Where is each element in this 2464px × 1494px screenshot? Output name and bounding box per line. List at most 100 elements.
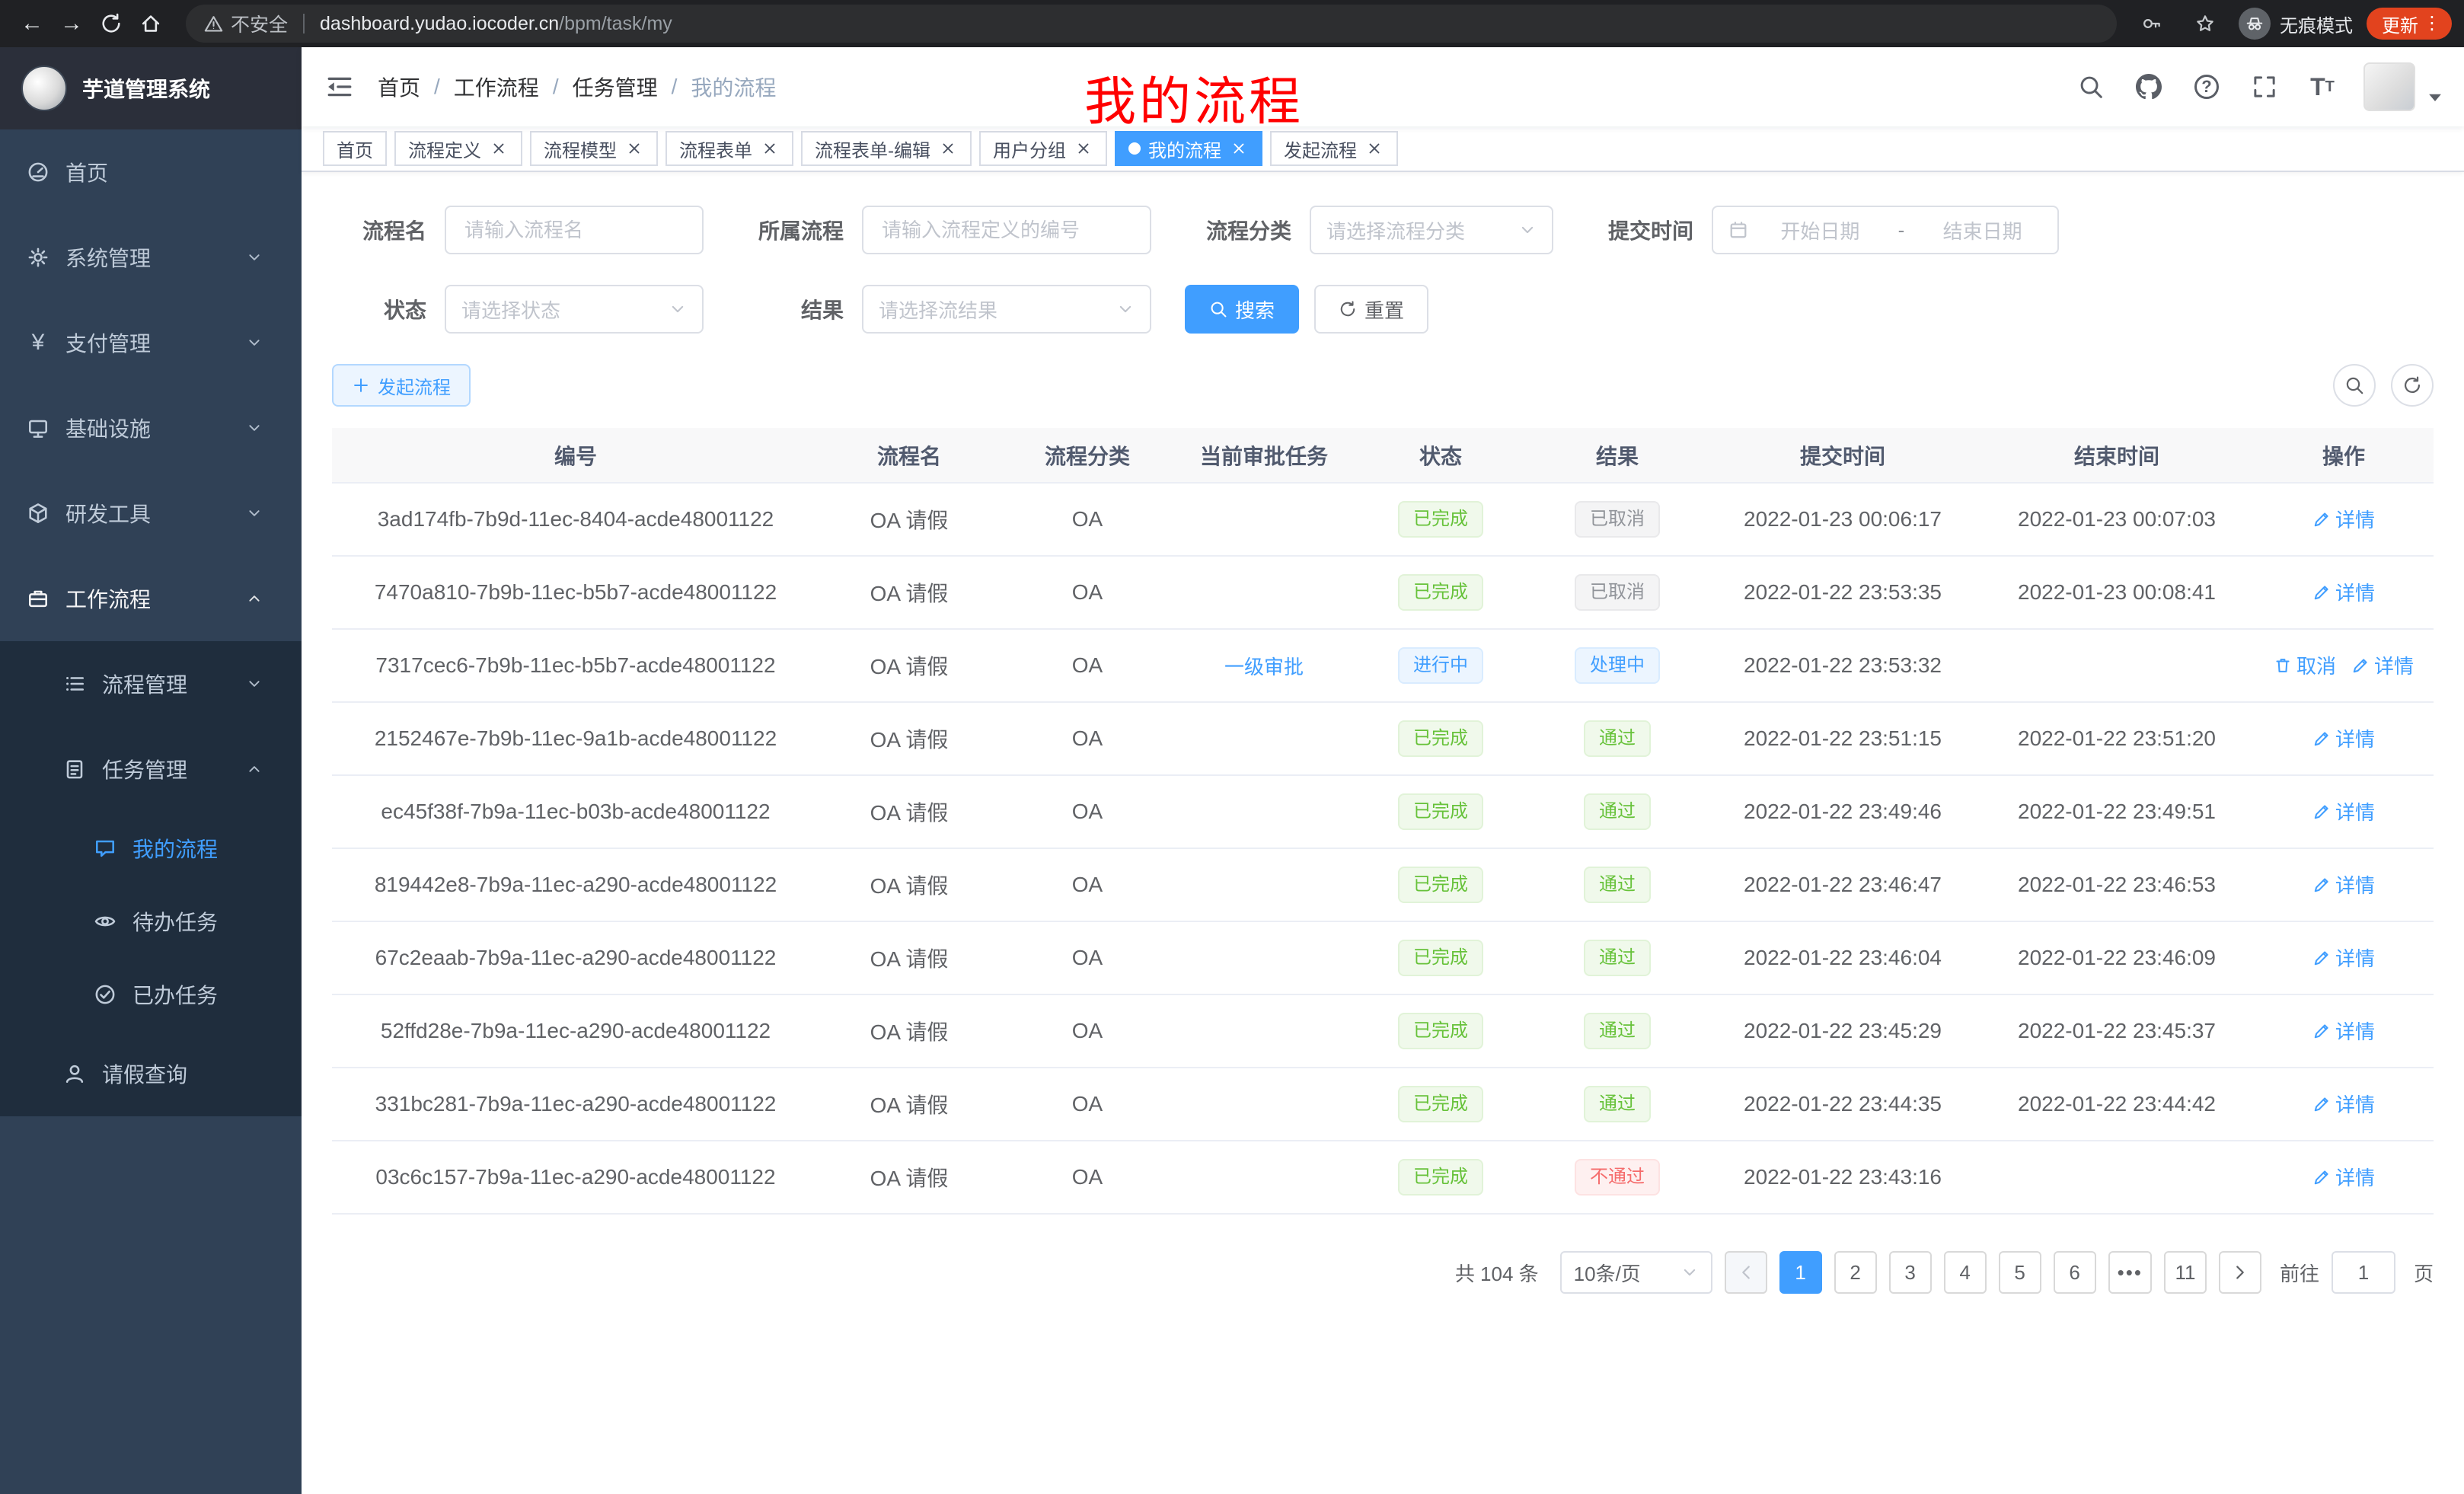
process-name-input[interactable] <box>445 206 704 254</box>
sidebar-item-done-tasks[interactable]: 已办任务 <box>0 958 302 1031</box>
refresh-table-button[interactable] <box>2391 364 2434 407</box>
help-button[interactable]: ? <box>2181 58 2233 116</box>
page-button-2[interactable]: 2 <box>1834 1251 1877 1294</box>
row-action-detail[interactable]: 详情 <box>2312 1163 2375 1191</box>
goto-page-input[interactable] <box>2332 1251 2395 1294</box>
row-action-detail[interactable]: 详情 <box>2312 870 2375 899</box>
browser-back-button[interactable]: ← <box>12 4 52 43</box>
tab-process-form[interactable]: 流程表单 <box>665 131 793 166</box>
breadcrumb-item-task-management[interactable]: 任务管理 <box>573 72 658 102</box>
pagination-prev-button[interactable] <box>1725 1251 1767 1294</box>
tab-user-group[interactable]: 用户分组 <box>979 131 1107 166</box>
page-button-5[interactable]: 5 <box>1999 1251 2041 1294</box>
font-size-icon: TT <box>2310 75 2335 99</box>
sidebar-item-home[interactable]: 首页 <box>0 129 302 215</box>
edit-icon <box>2312 1095 2331 1113</box>
cell-actions: 详情 <box>2254 1068 2434 1141</box>
process-definition-input[interactable] <box>862 206 1151 254</box>
edit-icon <box>2312 949 2331 967</box>
close-icon[interactable] <box>760 139 780 158</box>
edit-icon <box>2312 803 2331 821</box>
close-icon[interactable] <box>1364 139 1384 158</box>
navbar: 首页 工作流程 任务管理 我的流程 ? TT <box>302 47 2464 126</box>
status-tag: 进行中 <box>1398 647 1483 684</box>
browser-update-button[interactable]: 更新 ⋮ <box>2367 8 2452 40</box>
user-avatar[interactable] <box>2363 62 2415 111</box>
cell-result: 通过 <box>1529 848 1706 921</box>
fullscreen-button[interactable] <box>2239 58 2290 116</box>
search-button[interactable]: 搜索 <box>1185 285 1299 334</box>
close-icon[interactable] <box>1229 139 1249 158</box>
browser-home-button[interactable] <box>131 4 171 43</box>
browser-reload-button[interactable] <box>91 4 131 43</box>
row-action-detail[interactable]: 详情 <box>2312 578 2375 606</box>
process-category-select[interactable]: 请选择流程分类 <box>1310 206 1553 254</box>
sidebar-item-label: 研发工具 <box>65 498 151 528</box>
sidebar-item-dev-tools[interactable]: 研发工具 <box>0 471 302 556</box>
tab-home[interactable]: 首页 <box>323 131 387 166</box>
page-button-4[interactable]: 4 <box>1944 1251 1987 1294</box>
sidebar-item-task-management[interactable]: 任务管理 <box>0 726 302 812</box>
close-icon[interactable] <box>489 139 509 158</box>
tab-my-process[interactable]: 我的流程 <box>1115 131 1262 166</box>
page-size-select[interactable]: 10条/页 <box>1560 1251 1712 1294</box>
sidebar-item-workflow[interactable]: 工作流程 <box>0 556 302 641</box>
close-icon[interactable] <box>624 139 644 158</box>
cell-actions: 取消详情 <box>2254 629 2434 702</box>
sidebar-item-process-management[interactable]: 流程管理 <box>0 641 302 726</box>
tab-process-model[interactable]: 流程模型 <box>530 131 658 166</box>
sidebar-item-todo-tasks[interactable]: 待办任务 <box>0 885 302 958</box>
address-bar[interactable]: 不安全 dashboard.yudao.iocoder.cn/bpm/task/… <box>186 5 2117 43</box>
current-task-link[interactable]: 一级审批 <box>1224 652 1304 680</box>
page-button-1[interactable]: 1 <box>1779 1251 1822 1294</box>
delete-icon <box>2274 656 2292 675</box>
result-select[interactable]: 请选择流结果 <box>862 285 1151 334</box>
sidebar-item-payment-management[interactable]: ¥支付管理 <box>0 300 302 385</box>
sidebar-toggle[interactable] <box>311 58 369 116</box>
cell-name: OA 请假 <box>819 1141 999 1214</box>
table-row: 3ad174fb-7b9d-11ec-8404-acde48001122OA 请… <box>332 483 2434 556</box>
header-search-button[interactable] <box>2065 58 2117 116</box>
caret-down-icon[interactable] <box>2427 90 2443 105</box>
key-icon[interactable] <box>2132 4 2172 43</box>
row-action-detail[interactable]: 详情 <box>2312 1090 2375 1118</box>
page-content: 流程名 所属流程 流程分类 请选择流程分类 <box>302 172 2464 1494</box>
status-select[interactable]: 请选择状态 <box>445 285 704 334</box>
sidebar-item-my-process[interactable]: 我的流程 <box>0 812 302 885</box>
row-action-detail[interactable]: 详情 <box>2351 651 2414 679</box>
page-button-3[interactable]: 3 <box>1889 1251 1932 1294</box>
sidebar-item-label: 工作流程 <box>65 583 151 614</box>
row-action-detail[interactable]: 详情 <box>2312 724 2375 752</box>
row-action-detail[interactable]: 详情 <box>2312 797 2375 825</box>
pagination-ellipsis[interactable]: ••• <box>2108 1251 2152 1294</box>
row-action-detail[interactable]: 详情 <box>2312 505 2375 533</box>
bookmark-star-icon[interactable] <box>2185 4 2225 43</box>
browser-forward-button[interactable]: → <box>52 4 91 43</box>
row-action-cancel[interactable]: 取消 <box>2274 651 2336 679</box>
page-button-6[interactable]: 6 <box>2054 1251 2096 1294</box>
cell-status: 已完成 <box>1352 1068 1529 1141</box>
font-size-button[interactable]: TT <box>2296 58 2348 116</box>
page-button-11[interactable]: 11 <box>2164 1251 2207 1294</box>
app-logo[interactable]: 芋道管理系统 <box>0 47 302 129</box>
submit-time-range-picker[interactable]: 开始日期 - 结束日期 <box>1712 206 2059 254</box>
row-action-detail[interactable]: 详情 <box>2312 1017 2375 1045</box>
breadcrumb-item-home[interactable]: 首页 <box>378 72 420 102</box>
tab-start-process[interactable]: 发起流程 <box>1270 131 1398 166</box>
reset-button[interactable]: 重置 <box>1314 285 1428 334</box>
row-action-detail[interactable]: 详情 <box>2312 943 2375 972</box>
action-label: 详情 <box>2335 505 2375 533</box>
close-icon[interactable] <box>1074 139 1093 158</box>
tab-process-form-edit[interactable]: 流程表单-编辑 <box>801 131 972 166</box>
close-icon[interactable] <box>938 139 958 158</box>
start-process-button[interactable]: 发起流程 <box>332 364 471 407</box>
tab-process-definition[interactable]: 流程定义 <box>394 131 522 166</box>
toggle-search-button[interactable] <box>2333 364 2376 407</box>
breadcrumb-item-workflow[interactable]: 工作流程 <box>454 72 539 102</box>
sidebar-item-system-management[interactable]: 系统管理 <box>0 215 302 300</box>
github-link[interactable] <box>2123 58 2175 116</box>
sidebar-item-leave-query[interactable]: 请假查询 <box>0 1031 302 1116</box>
pagination-next-button[interactable] <box>2219 1251 2261 1294</box>
action-label: 详情 <box>2335 943 2375 972</box>
sidebar-item-infrastructure[interactable]: 基础设施 <box>0 385 302 471</box>
